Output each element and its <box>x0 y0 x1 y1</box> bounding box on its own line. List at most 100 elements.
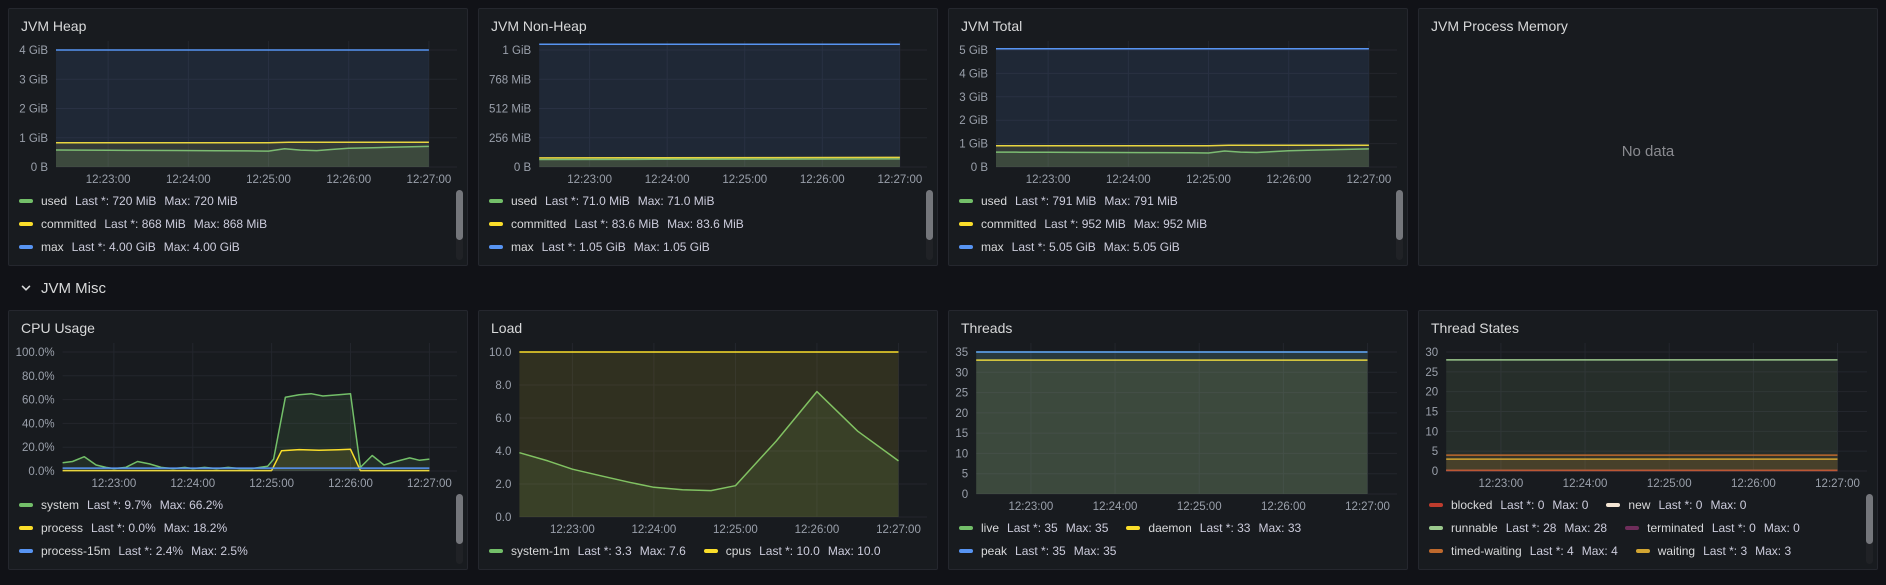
series-name: process-15m <box>41 544 110 558</box>
legend-row: system-1mLast *: 3.3Max: 7.6 cpusLast *: … <box>489 539 921 562</box>
legend-item-committed[interactable]: committedLast *: 868 MiBMax: 868 MiB <box>19 217 267 231</box>
legend-item-committed[interactable]: committedLast *: 83.6 MiBMax: 83.6 MiB <box>489 217 744 231</box>
series-last-value: Last *: 2.4% <box>118 544 183 558</box>
series-last-value: Last *: 720 MiB <box>75 194 156 208</box>
svg-text:12:23:00: 12:23:00 <box>1026 174 1071 186</box>
series-last-value: Last *: 4 <box>1530 544 1574 558</box>
svg-text:12:23:00: 12:23:00 <box>550 524 595 536</box>
legend-scrollbar-thumb[interactable] <box>1866 494 1873 544</box>
row-header-jvm-misc[interactable]: JVM Misc <box>8 266 1878 310</box>
svg-text:12:25:00: 12:25:00 <box>1186 174 1231 186</box>
chart-jvm-heap: 0 B1 GiB2 GiB3 GiB4 GiB12:23:0012:24:001… <box>9 37 467 188</box>
legend-scrollbar-thumb[interactable] <box>456 190 463 240</box>
svg-text:0 B: 0 B <box>971 162 989 174</box>
series-color-swatch <box>489 245 503 249</box>
legend-item-terminated[interactable]: terminatedLast *: 0Max: 0 <box>1625 521 1800 535</box>
svg-text:4 GiB: 4 GiB <box>19 45 48 57</box>
legend: system-1mLast *: 3.3Max: 7.6 cpusLast *: … <box>479 538 937 569</box>
legend-scrollbar[interactable] <box>1396 190 1403 260</box>
legend-item-cpus[interactable]: cpusLast *: 10.0Max: 10.0 <box>704 544 881 558</box>
legend-scrollbar-thumb[interactable] <box>926 190 933 240</box>
series-color-swatch <box>19 549 33 553</box>
legend-item-max[interactable]: maxLast *: 1.05 GiBMax: 1.05 GiB <box>489 240 710 254</box>
chart-svg: 0 B256 MiB512 MiB768 MiB1 GiB12:23:0012:… <box>479 37 937 188</box>
legend-item-used[interactable]: usedLast *: 720 MiBMax: 720 MiB <box>19 194 238 208</box>
series-last-value: Last *: 4.00 GiB <box>72 240 156 254</box>
svg-text:12:23:00: 12:23:00 <box>1009 501 1054 513</box>
legend-item-runnable[interactable]: runnableLast *: 28Max: 28 <box>1429 521 1607 535</box>
svg-text:30: 30 <box>955 367 968 379</box>
legend-item-timed-waiting[interactable]: timed-waitingLast *: 4Max: 4 <box>1429 544 1618 558</box>
legend-item-daemon[interactable]: daemonLast *: 33Max: 33 <box>1126 521 1301 535</box>
svg-text:0.0: 0.0 <box>495 512 511 524</box>
legend-scrollbar[interactable] <box>456 494 463 564</box>
svg-text:15: 15 <box>955 428 968 440</box>
legend-row: liveLast *: 35Max: 35 daemonLast *: 33Max… <box>959 516 1391 539</box>
svg-text:80.0%: 80.0% <box>22 371 55 383</box>
legend-item-peak[interactable]: peakLast *: 35Max: 35 <box>959 544 1116 558</box>
chart-jvm-non-heap: 0 B256 MiB512 MiB768 MiB1 GiB12:23:0012:… <box>479 37 937 188</box>
series-last-value: Last *: 71.0 MiB <box>545 194 630 208</box>
panel-threads: Threads 0510152025303512:23:0012:24:0012… <box>948 310 1408 570</box>
svg-text:10: 10 <box>1425 426 1438 438</box>
svg-text:12:25:00: 12:25:00 <box>1177 501 1222 513</box>
svg-text:10.0: 10.0 <box>489 347 511 359</box>
panel-title[interactable]: JVM Process Memory <box>1419 9 1877 37</box>
series-color-swatch <box>19 503 33 507</box>
svg-text:1 GiB: 1 GiB <box>19 133 48 145</box>
svg-text:12:27:00: 12:27:00 <box>1815 478 1860 490</box>
series-max-value: Max: 7.6 <box>640 544 686 558</box>
series-name: cpus <box>726 544 751 558</box>
panel-title[interactable]: Thread States <box>1419 311 1877 339</box>
legend-item-process[interactable]: processLast *: 0.0%Max: 18.2% <box>19 521 227 535</box>
series-name: runnable <box>1451 521 1498 535</box>
svg-text:35: 35 <box>955 347 968 359</box>
legend-scrollbar[interactable] <box>1866 494 1873 564</box>
panel-title[interactable]: CPU Usage <box>9 311 467 339</box>
svg-text:25: 25 <box>1425 367 1438 379</box>
legend-item-new[interactable]: newLast *: 0Max: 0 <box>1606 498 1746 512</box>
chart-threads: 0510152025303512:23:0012:24:0012:25:0012… <box>949 339 1407 515</box>
svg-text:12:27:00: 12:27:00 <box>877 174 922 186</box>
legend-item-waiting[interactable]: waitingLast *: 3Max: 3 <box>1636 544 1791 558</box>
legend: usedLast *: 720 MiBMax: 720 MiBcommitted… <box>9 188 467 265</box>
legend-item-max[interactable]: maxLast *: 4.00 GiBMax: 4.00 GiB <box>19 240 240 254</box>
series-name: timed-waiting <box>1451 544 1522 558</box>
panel-title[interactable]: Load <box>479 311 937 339</box>
legend-scrollbar[interactable] <box>926 190 933 260</box>
series-color-swatch <box>1429 503 1443 507</box>
legend-item-used[interactable]: usedLast *: 791 MiBMax: 791 MiB <box>959 194 1178 208</box>
legend-item-live[interactable]: liveLast *: 35Max: 35 <box>959 521 1108 535</box>
panel-title[interactable]: Threads <box>949 311 1407 339</box>
chart-jvm-total: 0 B1 GiB2 GiB3 GiB4 GiB5 GiB12:23:0012:2… <box>949 37 1407 188</box>
panel-title[interactable]: JVM Non-Heap <box>479 9 937 37</box>
series-last-value: Last *: 35 <box>1015 544 1066 558</box>
legend-item-system-1m[interactable]: system-1mLast *: 3.3Max: 7.6 <box>489 544 686 558</box>
legend-scrollbar-thumb[interactable] <box>456 494 463 544</box>
legend-item-blocked[interactable]: blockedLast *: 0Max: 0 <box>1429 498 1588 512</box>
legend-row: usedLast *: 791 MiBMax: 791 MiB <box>959 189 1391 212</box>
series-max-value: Max: 791 MiB <box>1104 194 1177 208</box>
series-color-swatch <box>19 526 33 530</box>
series-last-value: Last *: 9.7% <box>87 498 152 512</box>
legend-item-process-15m[interactable]: process-15mLast *: 2.4%Max: 2.5% <box>19 544 248 558</box>
series-max-value: Max: 35 <box>1066 521 1109 535</box>
series-name: used <box>41 194 67 208</box>
panel-title[interactable]: JVM Total <box>949 9 1407 37</box>
series-name: max <box>981 240 1004 254</box>
series-name: daemon <box>1148 521 1191 535</box>
legend-item-max[interactable]: maxLast *: 5.05 GiBMax: 5.05 GiB <box>959 240 1180 254</box>
legend-item-used[interactable]: usedLast *: 71.0 MiBMax: 71.0 MiB <box>489 194 714 208</box>
legend-scrollbar[interactable] <box>456 190 463 260</box>
panel-title[interactable]: JVM Heap <box>9 9 467 37</box>
legend-item-committed[interactable]: committedLast *: 952 MiBMax: 952 MiB <box>959 217 1207 231</box>
legend-item-system[interactable]: systemLast *: 9.7%Max: 66.2% <box>19 498 223 512</box>
svg-text:2 GiB: 2 GiB <box>959 115 988 127</box>
svg-text:12:23:00: 12:23:00 <box>91 478 136 490</box>
svg-text:20: 20 <box>1425 387 1438 399</box>
svg-text:15: 15 <box>1425 407 1438 419</box>
legend-scrollbar-thumb[interactable] <box>1396 190 1403 240</box>
svg-text:20: 20 <box>955 408 968 420</box>
svg-text:12:26:00: 12:26:00 <box>328 478 373 490</box>
svg-text:0 B: 0 B <box>514 162 532 174</box>
